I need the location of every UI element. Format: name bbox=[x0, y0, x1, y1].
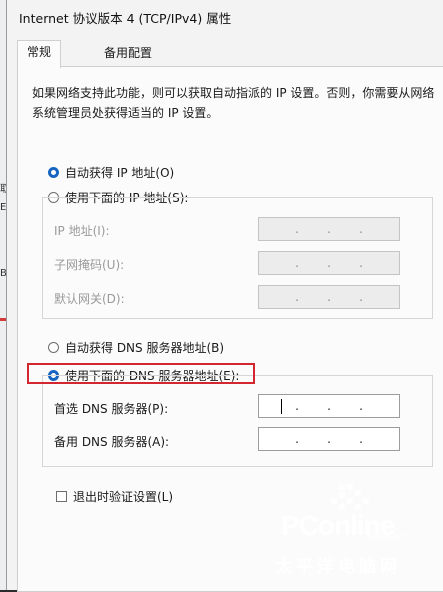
tab-alternate-config[interactable]: 备用配置 bbox=[95, 42, 161, 66]
dns-settings-group bbox=[42, 375, 433, 467]
watermark: PConline .com.cn 太平洋电脑网 bbox=[269, 470, 409, 590]
default-gateway-field[interactable]: ... bbox=[258, 285, 400, 309]
watermark-domain: .com.cn bbox=[369, 532, 405, 542]
preferred-dns-field[interactable]: ... bbox=[258, 394, 400, 418]
alternate-dns-field[interactable]: ... bbox=[258, 427, 400, 451]
subnet-mask-label: 子网掩码(U): bbox=[54, 258, 125, 272]
auto-dns-radio[interactable] bbox=[48, 341, 59, 353]
subnet-mask-field[interactable]: ... bbox=[258, 251, 400, 275]
auto-ip-label: 自动获得 IP 地址(O) bbox=[65, 165, 175, 180]
validate-on-exit-option[interactable]: 退出时验证设置(L) bbox=[56, 487, 173, 505]
ip-address-field[interactable]: ... bbox=[258, 217, 400, 241]
window-title: Internet 协议版本 4 (TCP/IPv4) 属性 bbox=[19, 11, 232, 26]
annotation-highlight-box bbox=[27, 363, 255, 384]
auto-dns-option[interactable]: 自动获得 DNS 服务器地址(B) bbox=[48, 338, 224, 356]
ip-address-label: IP 地址(I): bbox=[54, 224, 110, 238]
validate-on-exit-label: 退出时验证设置(L) bbox=[73, 489, 174, 504]
default-gateway-label: 默认网关(D): bbox=[54, 292, 125, 306]
description-text: 如果网络支持此功能，则可以获取自动指派的 IP 设置。否则，你需要从网络系统管理… bbox=[32, 86, 435, 120]
ipv4-properties-dialog: Internet 协议版本 4 (TCP/IPv4) 属性 常规 备用配置 如果… bbox=[6, 0, 443, 592]
auto-ip-radio[interactable] bbox=[48, 166, 59, 178]
alternate-dns-label: 备用 DNS 服务器(A): bbox=[54, 435, 170, 449]
validate-on-exit-checkbox[interactable] bbox=[56, 490, 67, 502]
preferred-dns-label: 首选 DNS 服务器(P): bbox=[54, 402, 169, 416]
auto-dns-label: 自动获得 DNS 服务器地址(B) bbox=[65, 340, 225, 355]
text-cursor bbox=[281, 399, 282, 414]
watermark-chinese-name: 太平洋电脑网 bbox=[275, 557, 401, 577]
tab-general[interactable]: 常规 bbox=[17, 40, 62, 68]
auto-ip-option[interactable]: 自动获得 IP 地址(O) bbox=[48, 163, 174, 181]
